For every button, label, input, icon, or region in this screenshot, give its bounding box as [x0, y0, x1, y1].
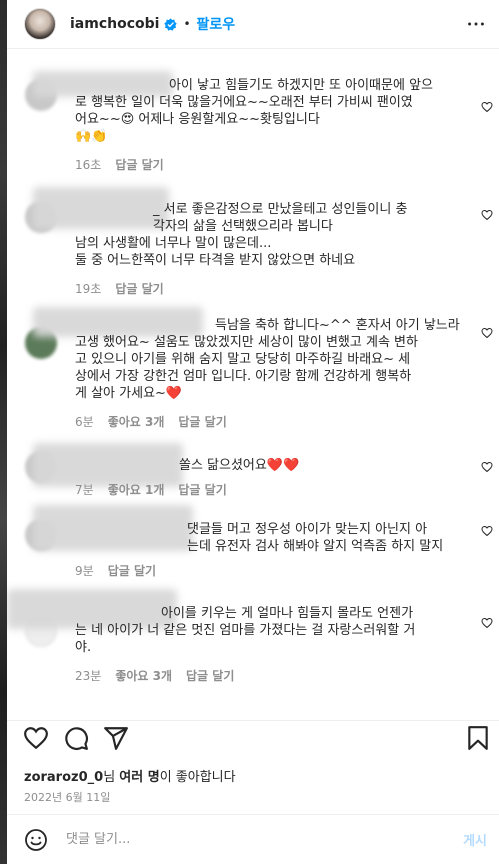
comment-text: 쏠스 닮으셨어요❤️❤️ [179, 458, 300, 473]
reply-button[interactable]: 답글 달기 [186, 668, 234, 685]
bookmark-icon[interactable] [465, 725, 491, 751]
comment-time: 6분 [75, 415, 94, 429]
likes-summary[interactable]: zoraroz0_0님 여러 명이 좋아합니다 [24, 766, 236, 785]
reply-button[interactable]: 답글 달기 [108, 563, 156, 580]
profile-avatar[interactable] [24, 8, 56, 40]
comment-list: 아이 낳고 힘들기도 하겠지만 또 아이때문에 앞으 로 행복한 일이 더욱 많… [7, 49, 499, 720]
reply-button[interactable]: 답글 달기 [115, 157, 163, 174]
post-comment-button[interactable]: 게시 [463, 830, 487, 849]
comment-likes-count[interactable]: 좋아요 1개 [108, 482, 165, 499]
comment-time: 9분 [75, 564, 94, 578]
comment-time: 16초 [75, 158, 102, 172]
comment-like-heart-icon[interactable] [481, 461, 493, 473]
reply-button[interactable]: 답글 달기 [178, 414, 226, 431]
comment-likes-count[interactable]: 좋아요 3개 [115, 668, 172, 685]
post-header: iamchocobi • 팔로우 [7, 0, 499, 49]
comment-compose-bar: 게시 [7, 814, 499, 864]
comment-text: 아이 낳고 힘들기도 하겠지만 또 아이때문에 앞으 로 행복한 일이 더욱 많… [75, 78, 433, 144]
follow-button[interactable]: 팔로우 [197, 14, 236, 34]
comment-likes-count[interactable]: 좋아요 3개 [108, 414, 165, 431]
verified-badge-icon [164, 17, 178, 31]
comment-text: 아이를 키우는 게 얼마나 힘들지 몰라도 언젠가 는 네 아이가 너 같은 멋… [75, 606, 416, 655]
share-icon[interactable] [103, 725, 129, 751]
comment-text: 댓글들 머고 정우성 아이가 맞는지 아닌지 아 는데 유전자 검사 해봐야 알… [187, 522, 444, 554]
background-photo-strip [0, 0, 7, 864]
emoji-icon[interactable] [24, 828, 48, 852]
comment-input[interactable] [66, 832, 464, 847]
comment-like-heart-icon[interactable] [481, 209, 493, 221]
heart-icon[interactable] [23, 725, 49, 751]
likes-rest: 이 좋아합니다 [159, 770, 236, 785]
reply-button[interactable]: 답글 달기 [178, 482, 226, 499]
comment-icon[interactable] [63, 725, 89, 751]
comment-like-heart-icon[interactable] [481, 327, 493, 339]
more-options-icon[interactable] [465, 13, 487, 35]
post-date: 2022년 6월 11일 [24, 791, 111, 804]
comment-time: 7분 [75, 483, 94, 497]
post-actions: zoraroz0_0님 여러 명이 좋아합니다 2022년 6월 11일 [7, 720, 499, 810]
likes-others[interactable]: 여러 명 [119, 770, 159, 785]
comment-time: 23분 [75, 669, 102, 683]
comment-time: 19초 [75, 282, 102, 296]
liker-username[interactable]: zoraroz0_0 [24, 770, 103, 785]
reply-button[interactable]: 답글 달기 [115, 281, 163, 298]
likes-suffix: 님 [103, 770, 120, 785]
comment-text: _ 서로 좋은감정으로 만났을테고 성인들이니 충 각자의 삶을 선택했으리라 … [75, 202, 408, 268]
comment-like-heart-icon[interactable] [481, 525, 493, 537]
comment-like-heart-icon[interactable] [481, 617, 493, 629]
header-separator: • [183, 17, 191, 31]
comment-text: 득남을 축하 합니다~^^ 혼자서 아기 낳느라 고생 했어요~ 설움도 많았겠… [75, 318, 460, 401]
comment-like-heart-icon[interactable] [481, 101, 493, 113]
header-username[interactable]: iamchocobi [70, 16, 159, 32]
